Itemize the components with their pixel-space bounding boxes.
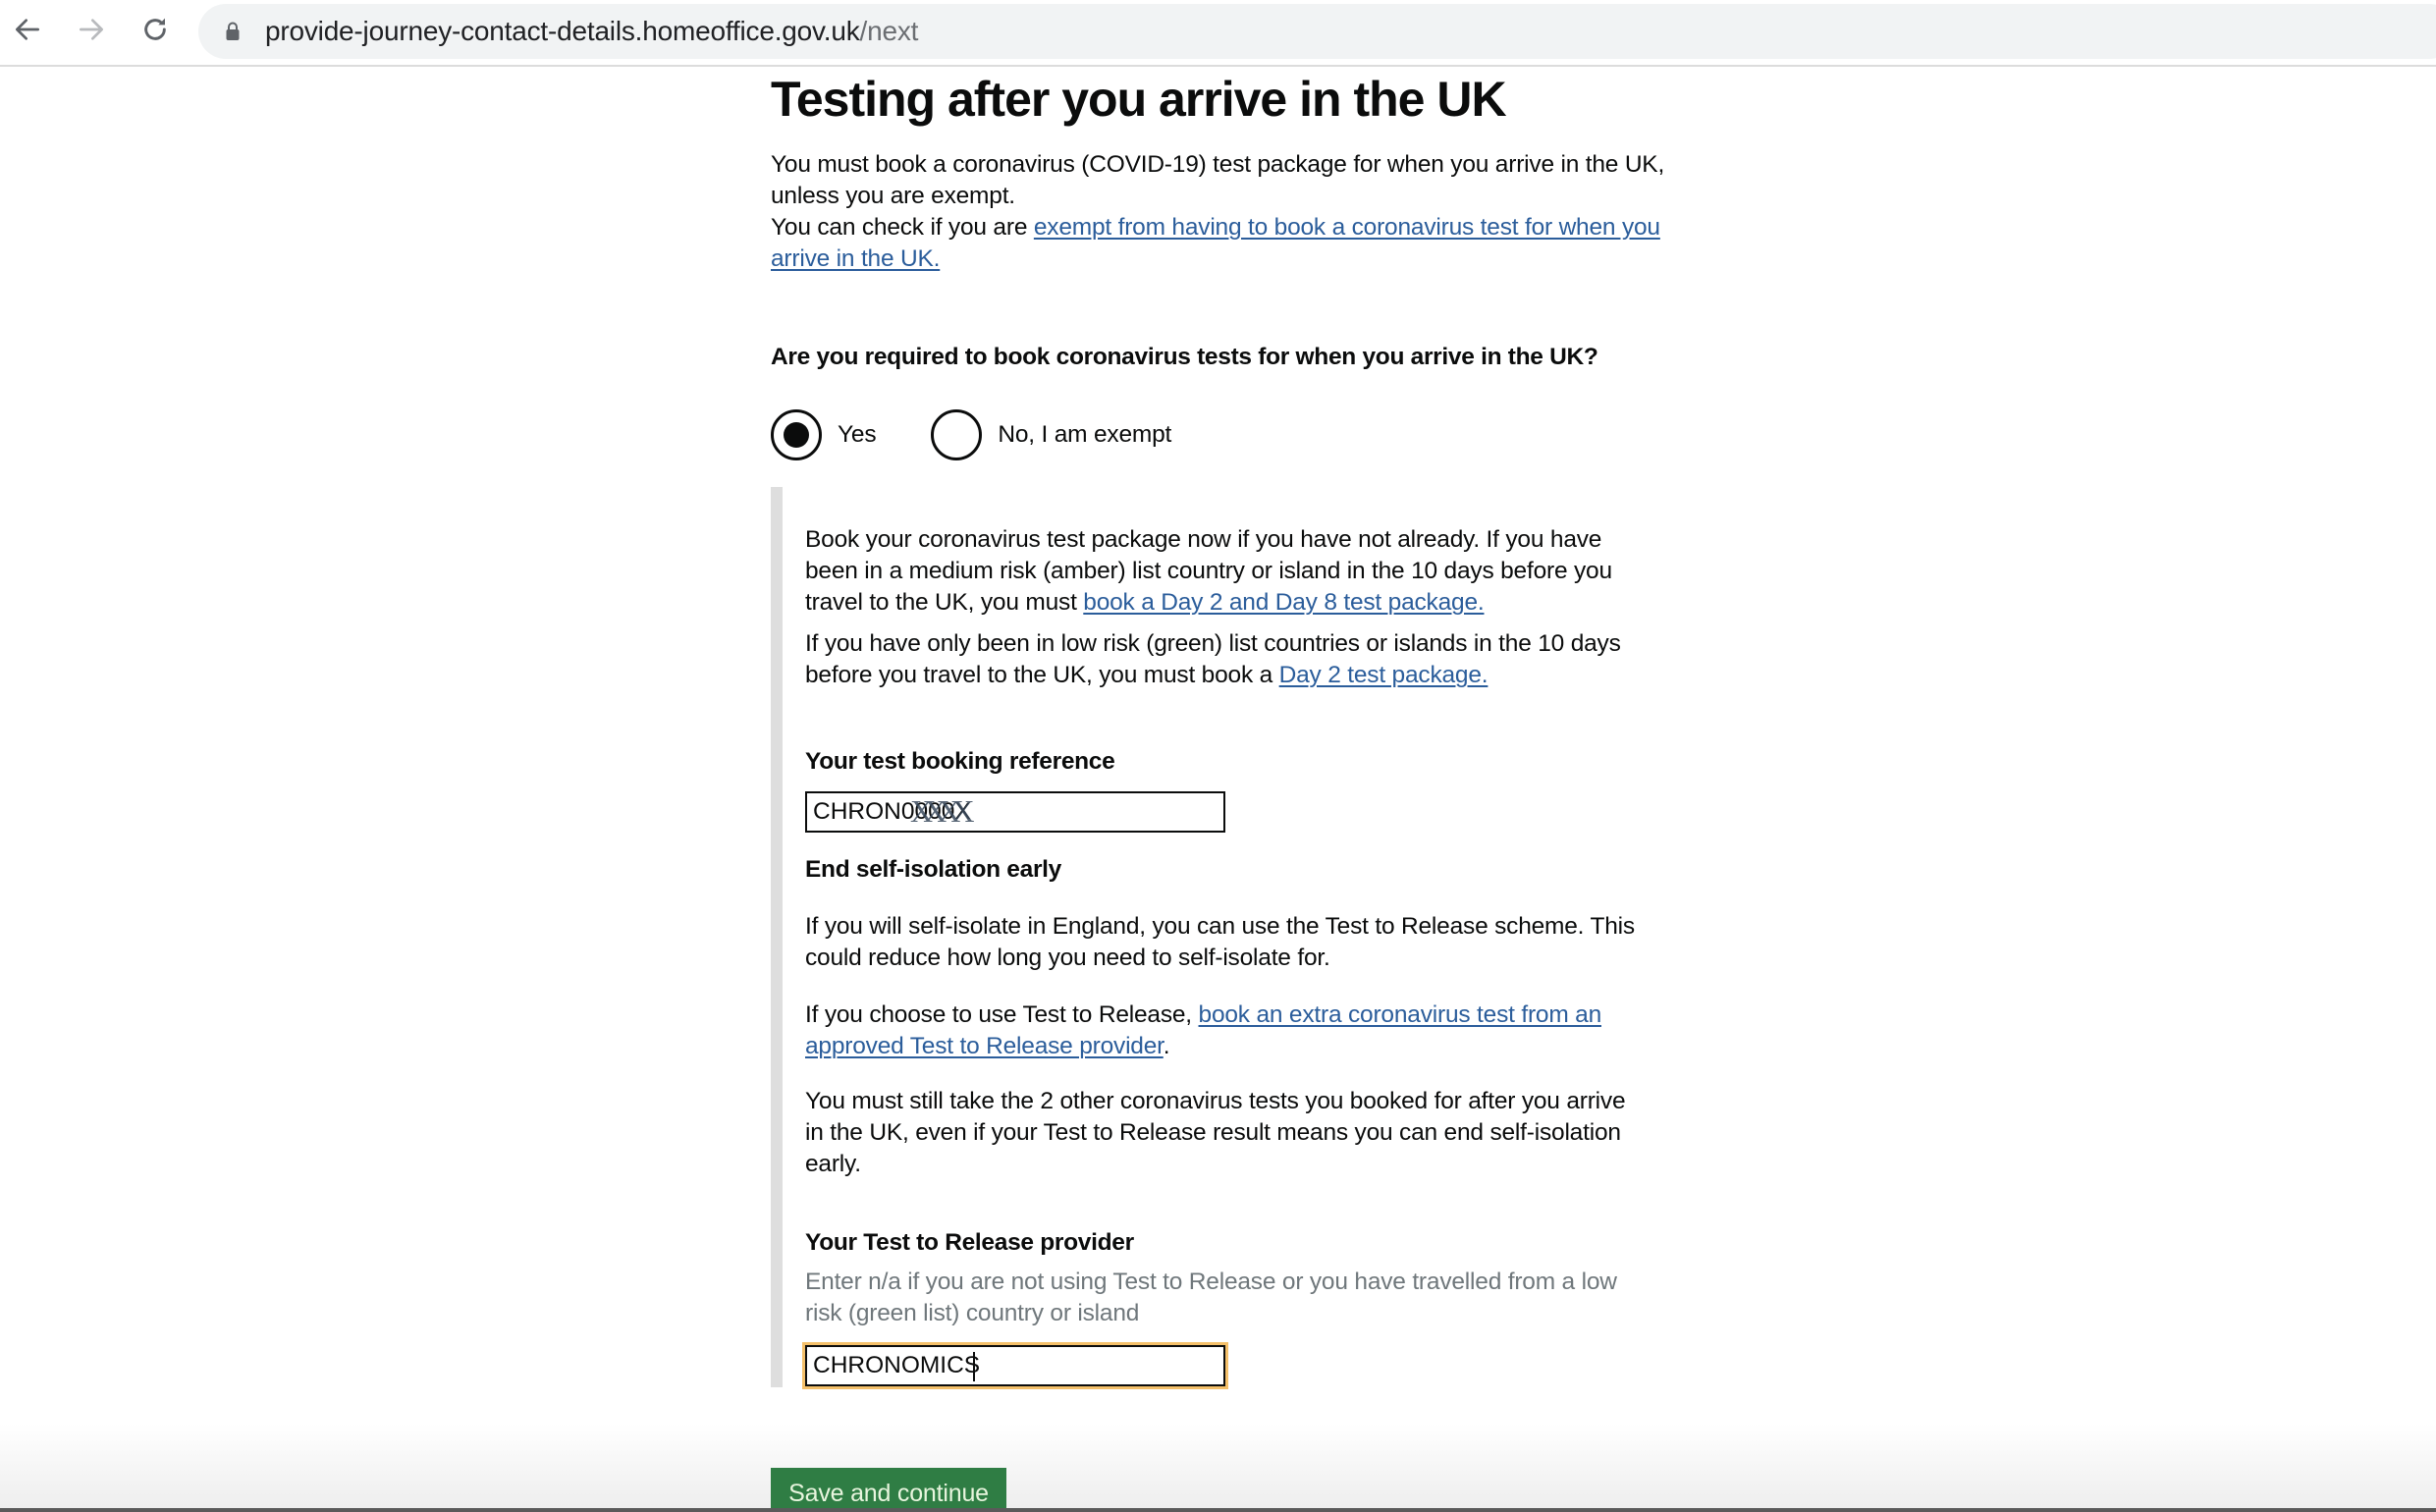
forward-button[interactable] (72, 12, 111, 51)
reload-icon (139, 14, 171, 50)
choose-prefix: If you choose to use Test to Release, (805, 1001, 1199, 1028)
url-path: /next (859, 16, 919, 46)
radio-no-label: No, I am exempt (998, 421, 1172, 448)
booking-reference-input[interactable] (805, 791, 1225, 833)
arrow-right-icon (76, 14, 107, 50)
window-bottom-edge (0, 1508, 2436, 1512)
provider-hint: Enter n/a if you are not using Test to R… (805, 1269, 1617, 1326)
green-text: If you have only been in low risk (green… (805, 630, 1621, 688)
test-to-release-paragraph: If you will self-isolate in England, you… (805, 913, 1635, 971)
amber-paragraph: Book your coronavirus test package now i… (805, 524, 1650, 619)
lock-icon (222, 19, 244, 44)
test-required-question: Are you required to book coronavirus tes… (771, 344, 1598, 370)
address-bar[interactable]: provide-journey-contact-details.homeoffi… (198, 4, 2436, 59)
url-host: provide-journey-contact-details.homeoffi… (265, 16, 860, 46)
provider-input[interactable] (805, 1345, 1225, 1386)
save-and-continue-button[interactable]: Save and continue (771, 1468, 1006, 1512)
radio-yes-label: Yes (838, 421, 877, 448)
choose-test-to-release-paragraph: If you choose to use Test to Release, bo… (805, 999, 1650, 1062)
conditional-yes-panel: Book your coronavirus test package now i… (771, 487, 1686, 1387)
provider-label: Your Test to Release provider (805, 1229, 1134, 1256)
exempt-check-prefix: You can check if you are (771, 214, 1034, 241)
end-isolation-heading: End self-isolation early (805, 856, 1062, 883)
still-take-tests-paragraph: You must still take the 2 other coronavi… (805, 1088, 1626, 1177)
green-paragraph: If you have only been in low risk (green… (805, 628, 1650, 691)
radio-no-exempt[interactable]: No, I am exempt (931, 409, 1171, 460)
arrow-left-icon (12, 14, 43, 50)
intro-paragraph: You must book a coronavirus (COVID-19) t… (771, 151, 1665, 209)
exempt-check-paragraph: You can check if you are exempt from hav… (771, 212, 1674, 275)
day2-link[interactable]: Day 2 test package. (1279, 662, 1489, 688)
browser-toolbar: provide-journey-contact-details.homeoffi… (0, 0, 2436, 67)
radio-yes[interactable]: Yes (771, 409, 877, 460)
test-required-radios: Yes No, I am exempt (771, 409, 1171, 460)
back-button[interactable] (8, 12, 47, 51)
page-title: Testing after you arrive in the UK (771, 72, 1507, 127)
booking-reference-wrap: XXXX (805, 791, 1225, 833)
provider-input-wrap (805, 1345, 1225, 1386)
radio-yes-circle[interactable] (771, 409, 822, 460)
booking-reference-label: Your test booking reference (805, 748, 1115, 775)
day2-day8-link[interactable]: book a Day 2 and Day 8 test package. (1083, 589, 1484, 616)
radio-no-circle[interactable] (931, 409, 983, 460)
choose-suffix: . (1163, 1033, 1170, 1059)
reload-button[interactable] (135, 12, 175, 51)
window-bottom-shadow (0, 1424, 2436, 1508)
url-text: provide-journey-contact-details.homeoffi… (265, 16, 918, 47)
radio-selected-dot (784, 422, 809, 448)
